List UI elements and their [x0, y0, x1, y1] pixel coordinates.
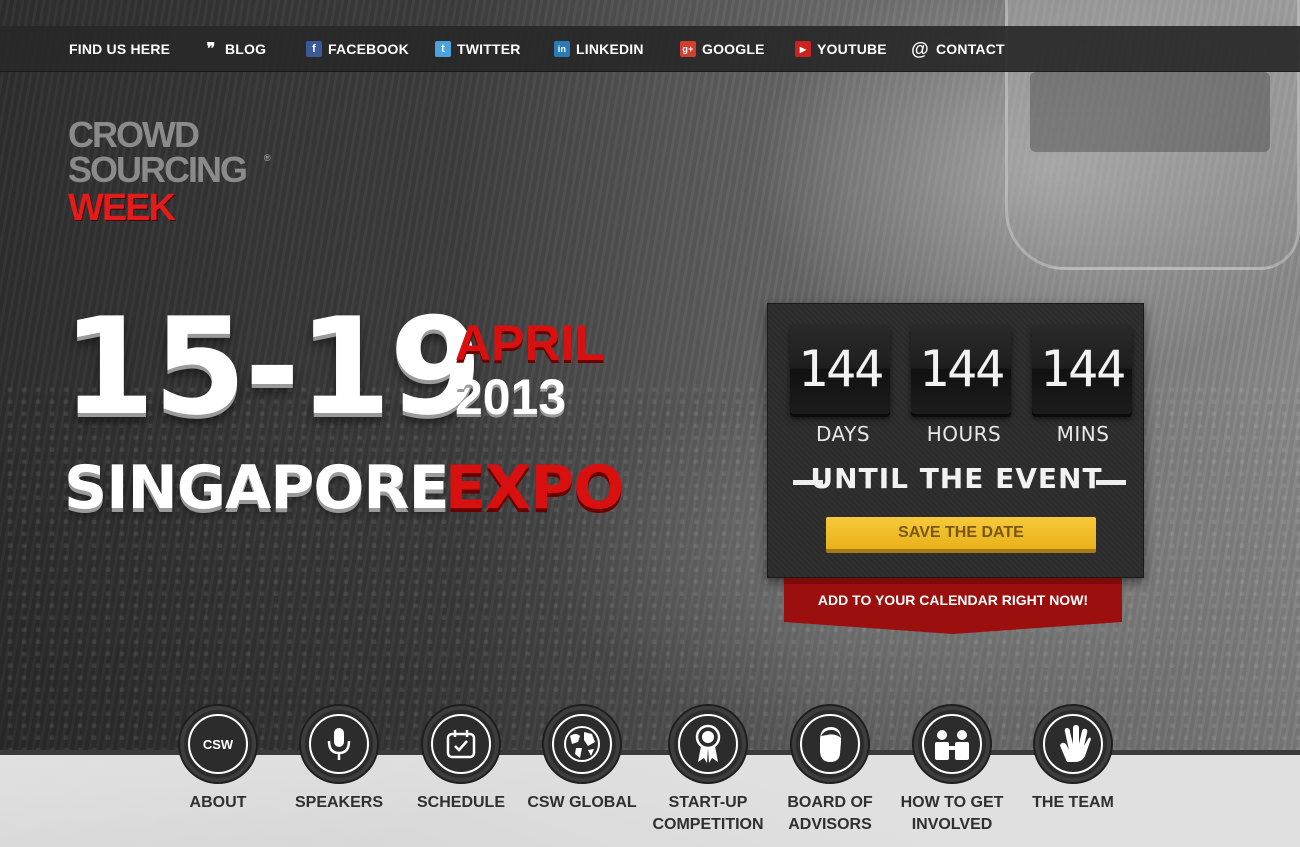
nav-twitter-link[interactable]: t TWITTER — [435, 26, 521, 72]
award-ribbon-svg — [695, 724, 721, 763]
add-to-calendar-button[interactable]: ADD TO YOUR CALENDAR RIGHT NOW! — [784, 578, 1122, 634]
linkedin-icon: in — [554, 41, 570, 57]
calendar-check-icon — [431, 714, 491, 774]
nav-facebook-label: FACEBOOK — [328, 41, 409, 57]
countdown-hours-label: HOURS — [926, 422, 1002, 446]
csw-speech-bubble-icon: CSW — [188, 714, 248, 774]
feature-speakers-circle — [301, 706, 377, 782]
monorail-window — [1030, 72, 1270, 152]
facebook-icon: f — [306, 41, 322, 57]
people-group-svg — [935, 730, 969, 760]
feature-schedule-circle — [423, 706, 499, 782]
logo-line-week: WEEK — [68, 187, 176, 229]
feature-team-label: THE TEAM — [1032, 794, 1114, 811]
nav-youtube-label: YOUTUBE — [817, 41, 887, 57]
microphone-icon-svg — [327, 728, 351, 760]
nav-contact-label: CONTACT — [936, 41, 1005, 57]
nav-google-label: GOOGLE — [702, 41, 765, 57]
feature-about-circle: CSW — [180, 706, 256, 782]
until-right-dash — [1096, 480, 1126, 485]
feature-involved-circle — [914, 706, 990, 782]
google-plus-icon: g+ — [680, 41, 696, 57]
nav-twitter-label: TWITTER — [457, 41, 521, 57]
people-group-icon — [922, 714, 982, 774]
countdown-panel: 144 144 144 DAYS HOURS MINS UNTIL THE EV… — [767, 303, 1144, 578]
find-us-label: FIND US HERE — [69, 41, 171, 57]
add-to-calendar-label: ADD TO YOUR CALENDAR RIGHT NOW! — [817, 592, 1089, 608]
hand-wave-icon — [1043, 714, 1103, 774]
countdown-mins-label: MINS — [1056, 422, 1110, 446]
event-month: APRIL — [455, 315, 605, 371]
nav-blog-link[interactable]: ❞ BLOG — [203, 26, 266, 72]
feature-startup-circle — [670, 706, 746, 782]
feature-the-team[interactable]: THE TEAM — [998, 706, 1148, 814]
hand-wave-svg — [1060, 725, 1091, 762]
nav-google-link[interactable]: g+ GOOGLE — [680, 26, 765, 72]
countdown-days-value: 144 — [790, 324, 890, 414]
countdown-days-label: DAYS — [815, 422, 871, 446]
logo-line-crowd: CROWD — [68, 114, 200, 155]
event-year: 2013 — [455, 369, 567, 425]
event-venue-city: SINGAPORE — [64, 453, 450, 523]
crowdsourcing-week-logo[interactable]: CROWD SOURCING WEEK ® — [68, 117, 278, 232]
nav-blog-label: BLOG — [225, 41, 267, 57]
head-profile-icon — [800, 714, 860, 774]
until-the-event-text: UNTIL THE EVENT — [810, 462, 1103, 495]
save-the-date-button[interactable]: SAVE THE DATE — [826, 517, 1096, 553]
countdown-hours-value: 144 — [911, 324, 1011, 414]
event-date-range: 15-19 — [62, 289, 483, 445]
blog-icon: ❞ — [206, 41, 216, 58]
globe-icon — [552, 714, 612, 774]
feature-team-circle — [1035, 706, 1111, 782]
youtube-icon: ▶ — [795, 41, 811, 57]
globe-svg — [564, 726, 600, 762]
nav-facebook-link[interactable]: f FACEBOOK — [306, 26, 409, 72]
nav-youtube-link[interactable]: ▶ YOUTUBE — [795, 26, 887, 72]
feature-board-circle — [792, 706, 868, 782]
calendar-check-svg — [446, 730, 476, 759]
award-ribbon-icon — [678, 714, 738, 774]
twitter-icon: t — [435, 41, 451, 57]
logo-line-sourcing: SOURCING — [68, 149, 248, 190]
countdown-mins-value: 144 — [1032, 324, 1132, 414]
microphone-icon — [309, 714, 369, 774]
at-icon: @ — [911, 38, 929, 59]
nav-contact-link[interactable]: @ CONTACT — [910, 26, 1005, 72]
top-navigation-bar: FIND US HERE ❞ BLOG f FACEBOOK t TWITTER… — [0, 26, 1300, 72]
nav-linkedin-label: LINKEDIN — [576, 41, 644, 57]
logo-registered-mark: ® — [264, 153, 271, 163]
event-venue-expo: EXPO — [445, 453, 624, 523]
feature-global-circle — [544, 706, 620, 782]
head-profile-svg — [820, 727, 842, 762]
nav-linkedin-link[interactable]: in LINKEDIN — [554, 26, 644, 72]
